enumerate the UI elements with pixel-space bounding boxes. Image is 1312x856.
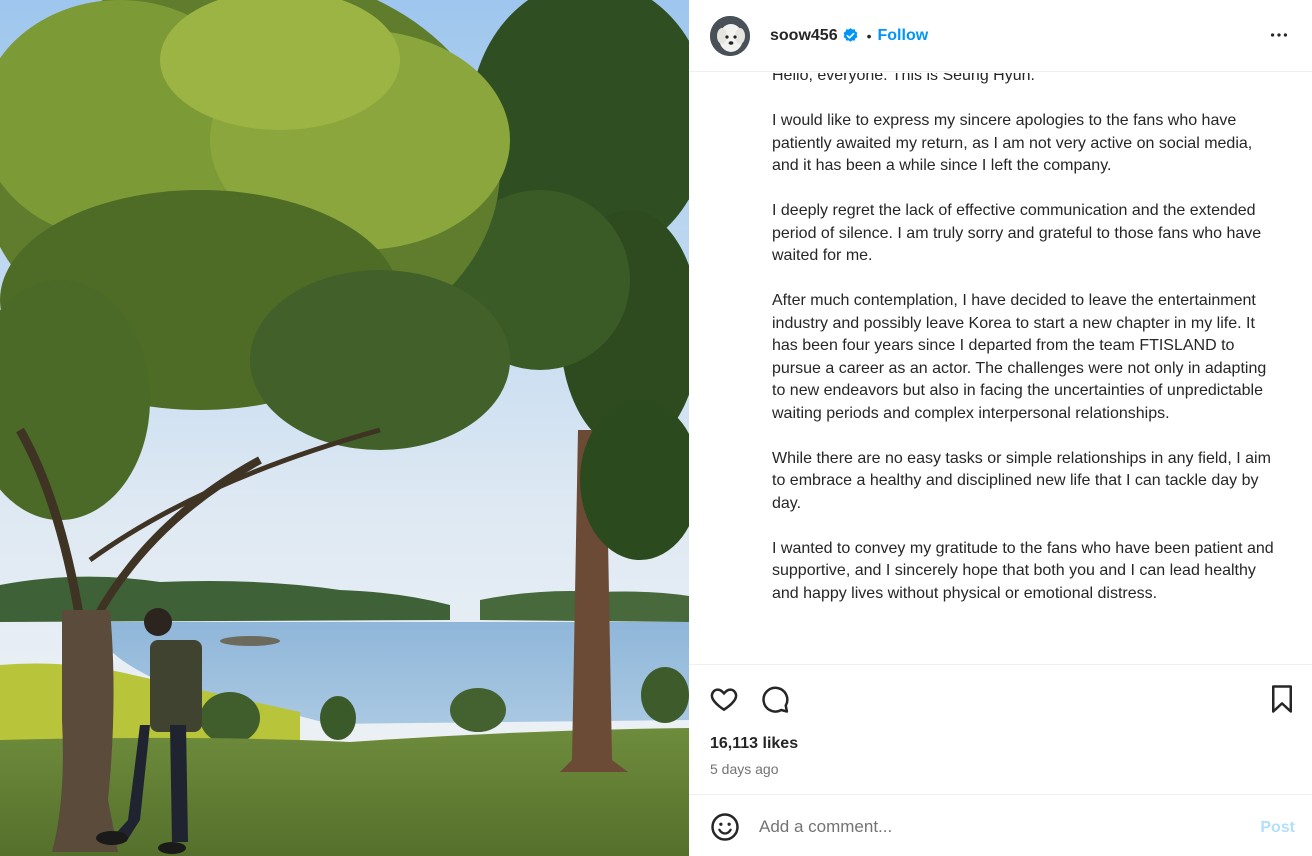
post-comment-button[interactable]: Post bbox=[1260, 819, 1295, 837]
heart-icon bbox=[710, 688, 738, 712]
more-options-button[interactable] bbox=[1268, 24, 1290, 51]
post-details-panel: soow456 • Follow Hello, everyone. This i… bbox=[689, 0, 1312, 856]
verified-badge-icon bbox=[842, 27, 859, 44]
caption-paragraph: While there are no easy tasks or simple … bbox=[772, 449, 1271, 512]
post-header: soow456 • Follow bbox=[689, 0, 1312, 72]
save-button[interactable] bbox=[1269, 684, 1295, 719]
post-actions: 16,113 likes 5 days ago bbox=[689, 664, 1312, 794]
caption-paragraph: Hello, everyone. This is Seung Hyun. bbox=[772, 73, 1035, 84]
author-avatar[interactable] bbox=[710, 15, 750, 56]
comment-input[interactable] bbox=[759, 815, 1219, 839]
caption-paragraph: I deeply regret the lack of effective co… bbox=[772, 202, 1262, 264]
author-username[interactable]: soow456 bbox=[770, 27, 838, 45]
comment-bar: Post bbox=[689, 794, 1312, 856]
bookmark-icon bbox=[1272, 685, 1292, 713]
emoji-button[interactable] bbox=[710, 812, 740, 847]
post-photo[interactable] bbox=[0, 0, 689, 856]
landscape-photo bbox=[0, 0, 689, 856]
comment-button[interactable] bbox=[760, 684, 790, 719]
likes-count[interactable]: 16,113 likes bbox=[710, 735, 798, 753]
caption-paragraph: I wanted to convey my gratitude to the f… bbox=[772, 539, 1274, 602]
caption-scroll-area[interactable]: Hello, everyone. This is Seung Hyun. I w… bbox=[689, 73, 1312, 664]
caption-paragraph: After much contemplation, I have decided… bbox=[772, 292, 1267, 422]
post-timestamp[interactable]: 5 days ago bbox=[710, 761, 779, 777]
smiley-icon bbox=[711, 813, 739, 841]
caption-paragraph: I would like to express my sincere apolo… bbox=[772, 112, 1253, 174]
post-caption: Hello, everyone. This is Seung Hyun. I w… bbox=[772, 73, 1282, 628]
dog-avatar-icon bbox=[710, 15, 750, 56]
comment-bubble-icon bbox=[762, 686, 789, 713]
more-horizontal-icon bbox=[1270, 33, 1288, 37]
follow-button[interactable]: Follow bbox=[878, 27, 929, 45]
like-button[interactable] bbox=[709, 684, 739, 719]
header-separator: • bbox=[866, 27, 872, 44]
